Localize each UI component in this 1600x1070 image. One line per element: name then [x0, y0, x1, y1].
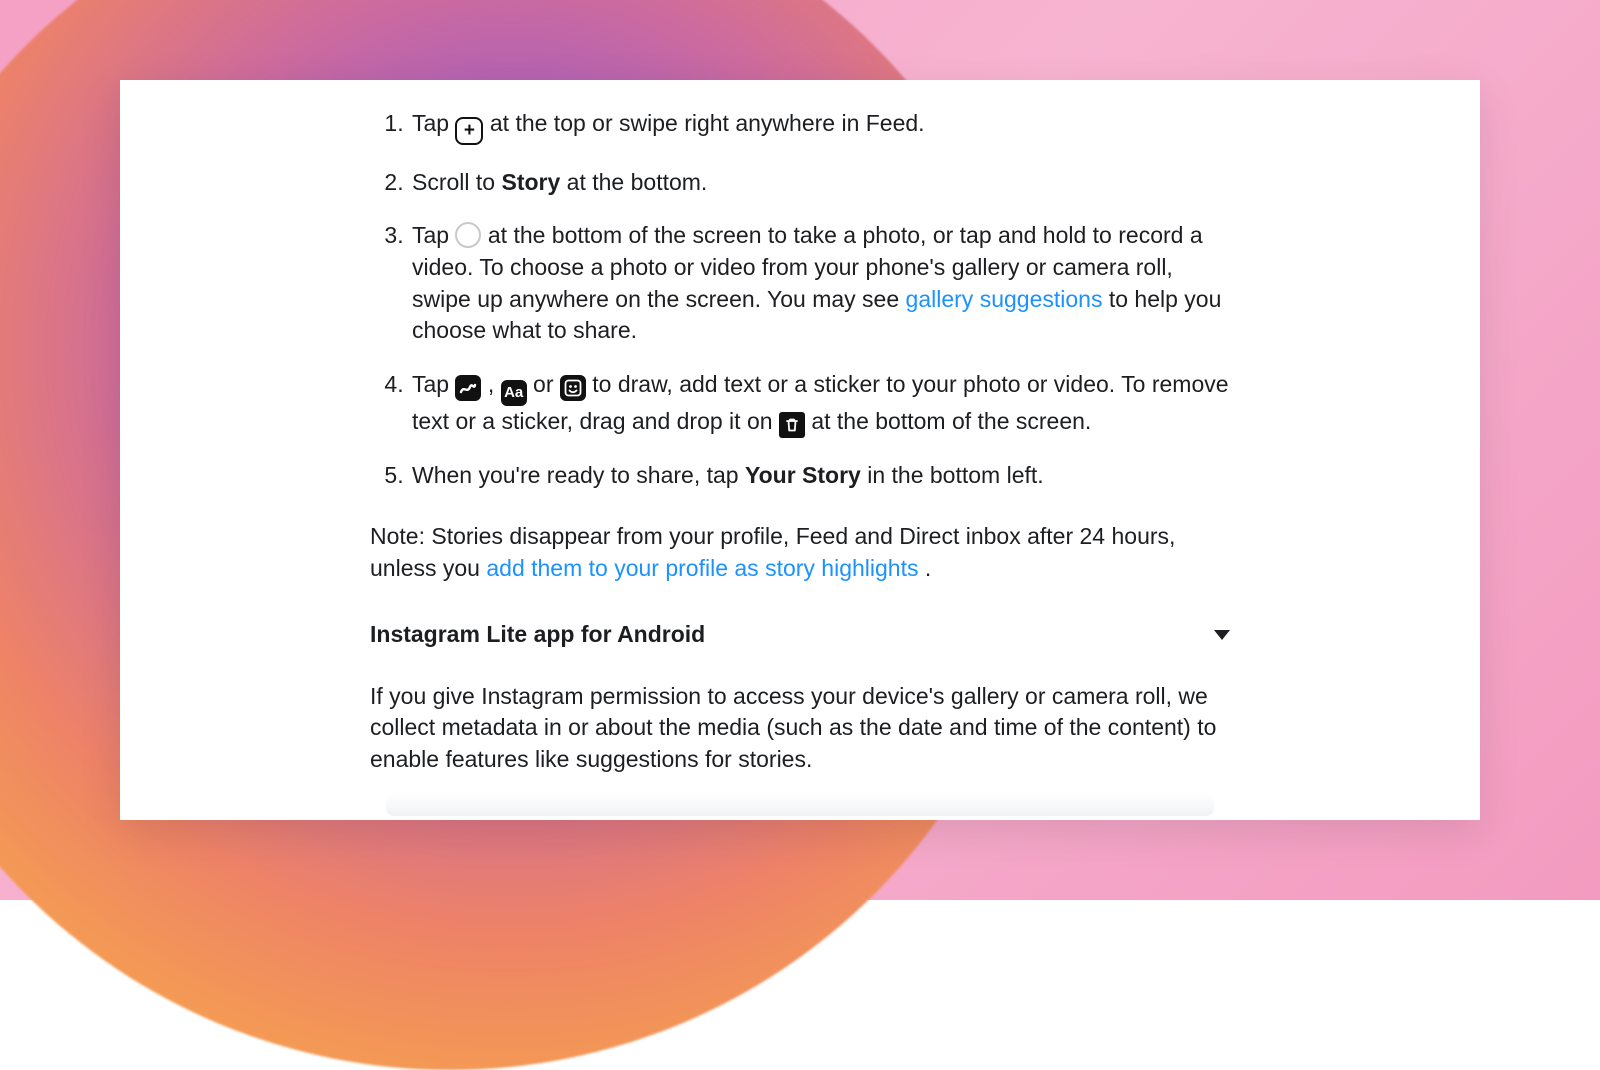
step-5: When you're ready to share, tap Your Sto…: [410, 460, 1230, 492]
plus-icon: +: [455, 117, 483, 145]
text: Tap: [412, 371, 455, 397]
text: When you're ready to share, tap: [412, 462, 745, 488]
text: Tap: [412, 222, 455, 248]
note-paragraph: Note: Stories disappear from your profil…: [370, 521, 1230, 584]
shutter-circle-icon: [455, 222, 481, 248]
chevron-down-icon: [1214, 630, 1230, 640]
accordion-title: Instagram Lite app for Android: [370, 619, 705, 651]
bottom-fade-bar: [386, 794, 1214, 816]
instruction-list: Tap + at the top or swipe right anywhere…: [370, 108, 1230, 491]
text: or: [533, 371, 560, 397]
page-background: Tap + at the top or swipe right anywhere…: [0, 0, 1600, 900]
text-aa-icon: Aa: [501, 380, 527, 406]
text: in the bottom left.: [867, 462, 1043, 488]
step-1: Tap + at the top or swipe right anywhere…: [410, 108, 1230, 145]
step-2: Scroll to Story at the bottom.: [410, 167, 1230, 199]
instagram-lite-accordion[interactable]: Instagram Lite app for Android: [370, 619, 1230, 651]
step-3: Tap at the bottom of the screen to take …: [410, 220, 1230, 347]
trash-icon: [779, 412, 805, 438]
text: at the top or swipe right anywhere in Fe…: [490, 110, 925, 136]
story-label: Story: [501, 169, 560, 195]
draw-squiggle-icon: [455, 375, 481, 401]
text: at the bottom.: [567, 169, 708, 195]
permission-paragraph: If you give Instagram permission to acce…: [370, 681, 1230, 776]
text: at the bottom of the screen.: [811, 408, 1091, 434]
text: ,: [488, 371, 501, 397]
your-story-label: Your Story: [745, 462, 861, 488]
text: .: [925, 555, 931, 581]
text: Tap: [412, 110, 455, 136]
step-4: Tap , Aa or to draw, add text or a stick…: [410, 369, 1230, 438]
help-card: Tap + at the top or swipe right anywhere…: [120, 80, 1480, 820]
story-highlights-link[interactable]: add them to your profile as story highli…: [486, 555, 918, 581]
sticker-smiley-icon: [560, 375, 586, 401]
help-content: Tap + at the top or swipe right anywhere…: [120, 80, 1480, 816]
gallery-suggestions-link[interactable]: gallery suggestions: [906, 286, 1103, 312]
text: Scroll to: [412, 169, 501, 195]
